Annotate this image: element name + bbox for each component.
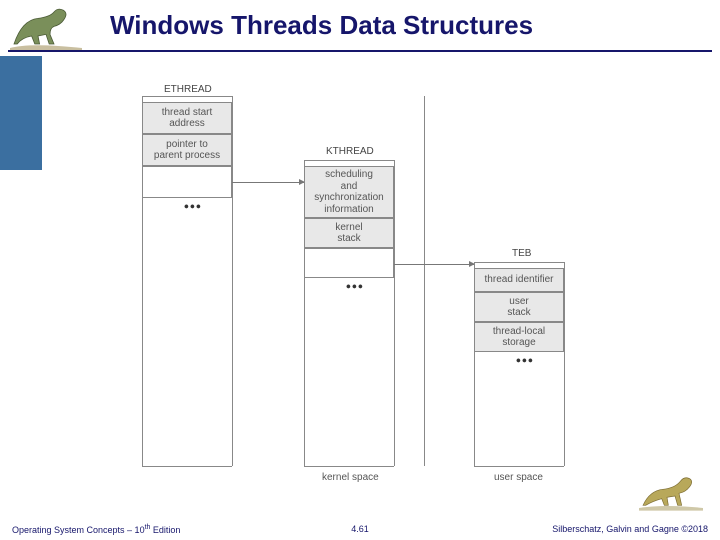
kthread-bottom-line: [304, 466, 394, 467]
slide-title: Windows Threads Data Structures: [110, 10, 533, 41]
arrow-kthread-to-teb: [394, 264, 474, 265]
header-teb: TEB: [512, 248, 531, 259]
slide: Windows Threads Data Structures ETHREAD …: [0, 0, 720, 540]
footer-copyright: Silberschatz, Galvin and Gagne ©2018: [552, 524, 708, 534]
teb-user-stack-box: user stack: [474, 292, 564, 322]
ethread-dots: •••: [184, 204, 202, 209]
title-underline: [8, 50, 712, 52]
kthread-dots: •••: [346, 284, 364, 289]
kthread-right-line: [394, 160, 395, 466]
ethread-bottom-line: [142, 466, 232, 467]
ethread-kthread-slot: [142, 166, 232, 198]
kthread-teb-slot: [304, 248, 394, 278]
kthread-top-line: [304, 160, 394, 161]
kthread-kernel-stack-box: kernel stack: [304, 218, 394, 248]
col-line-ethread-right: [232, 96, 233, 466]
kernel-user-divider: [424, 96, 425, 466]
footer-left: Operating System Concepts – 10th Edition: [12, 524, 180, 535]
ethread-parent-pointer-box: pointer to parent process: [142, 134, 232, 166]
teb-right-line: [564, 262, 565, 466]
sidebar-gap-bottom: [0, 170, 42, 540]
ethread-top-line: [142, 96, 232, 97]
teb-thread-id-box: thread identifier: [474, 268, 564, 292]
footer: Operating System Concepts – 10th Edition…: [0, 518, 720, 540]
user-space-label: user space: [494, 472, 543, 483]
kernel-space-label: kernel space: [322, 472, 379, 483]
teb-tls-box: thread-local storage: [474, 322, 564, 352]
arrow-ethread-to-kthread: [232, 182, 304, 183]
footer-book-b: Edition: [150, 525, 180, 535]
ethread-start-address-box: thread start address: [142, 102, 232, 134]
teb-bottom-line: [474, 466, 564, 467]
footer-page-number: 4.61: [351, 524, 369, 534]
kthread-sched-box: scheduling and synchronization informati…: [304, 166, 394, 218]
footer-book-a: Operating System Concepts – 10: [12, 525, 145, 535]
diagram: ETHREAD KTHREAD TEB thread start address…: [142, 84, 612, 484]
header-ethread: ETHREAD: [164, 84, 212, 95]
teb-dots: •••: [516, 358, 534, 363]
dinosaur-top-left-icon: [6, 4, 86, 52]
teb-top-line: [474, 262, 564, 263]
dinosaur-bottom-right-icon: [636, 472, 706, 512]
header-kthread: KTHREAD: [326, 146, 374, 157]
